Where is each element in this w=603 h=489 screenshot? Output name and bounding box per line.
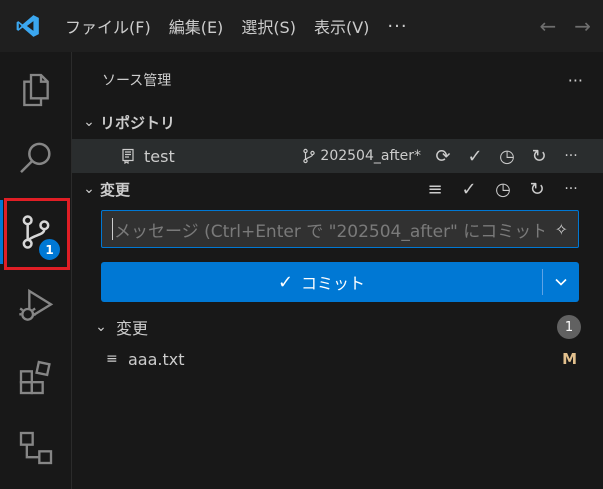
branch-icon bbox=[303, 148, 316, 164]
extensions-icon[interactable] bbox=[0, 346, 71, 410]
activity-bar: 1 bbox=[0, 52, 72, 489]
changes-title: 変更 bbox=[100, 180, 131, 199]
changes-count-badge: 1 bbox=[557, 315, 581, 339]
chevron-down-icon: ⌄ bbox=[83, 114, 95, 130]
changes-group-row[interactable]: ⌄ 変更 1 bbox=[72, 310, 603, 344]
nav-arrows: ← → bbox=[539, 0, 591, 52]
file-name: aaa.txt bbox=[128, 349, 185, 369]
history-icon[interactable]: ◷ bbox=[497, 146, 517, 167]
sync-icon[interactable]: ⟳ bbox=[433, 146, 453, 167]
more-actions-button[interactable]: ··· bbox=[568, 71, 583, 90]
modified-status: M bbox=[562, 350, 577, 368]
repo-more-icon[interactable]: ··· bbox=[561, 146, 581, 166]
repositories-title: リポジトリ bbox=[100, 113, 176, 132]
check-icon[interactable]: ✓ bbox=[465, 146, 485, 167]
commit-button[interactable]: ✓ コミット bbox=[101, 262, 579, 302]
commit-main-action[interactable]: ✓ コミット bbox=[101, 270, 542, 294]
changes-group-label: 変更 bbox=[116, 319, 149, 338]
commit-message-placeholder: メッセージ (Ctrl+Enter で "202504_after" にコミット… bbox=[114, 221, 544, 242]
repositories-section-header[interactable]: ⌄ リポジトリ bbox=[72, 105, 603, 139]
forward-arrow-icon[interactable]: → bbox=[574, 14, 591, 38]
view-as-tree-icon[interactable]: ≡ bbox=[425, 179, 445, 200]
more-menu-button[interactable]: ··· bbox=[378, 11, 416, 41]
explorer-icon[interactable] bbox=[0, 58, 71, 122]
refresh-icon[interactable]: ↻ bbox=[529, 146, 549, 167]
repo-name: test bbox=[144, 146, 175, 166]
check-icon: ✓ bbox=[277, 271, 294, 293]
changes-more-icon[interactable]: ··· bbox=[561, 179, 581, 199]
panel-title: ソース管理 bbox=[102, 73, 172, 89]
scm-count-badge: 1 bbox=[37, 237, 62, 262]
commit-check-icon[interactable]: ✓ bbox=[459, 179, 479, 200]
commit-label: コミット bbox=[301, 274, 366, 293]
menu-selection[interactable]: 選択(S) bbox=[232, 11, 305, 41]
file-lines-icon: ≡ bbox=[106, 351, 118, 367]
sparkle-icon[interactable]: ✧ bbox=[555, 220, 568, 239]
title-bar: ファイル(F) 編集(E) 選択(S) 表示(V) ··· ← → bbox=[0, 0, 603, 52]
commit-dropdown-button[interactable] bbox=[543, 277, 579, 287]
branch-indicator[interactable]: 202504_after* bbox=[302, 148, 421, 164]
chevron-down-icon: ⌄ bbox=[95, 319, 107, 335]
vscode-logo-icon bbox=[0, 0, 56, 52]
refresh-icon[interactable]: ↻ bbox=[527, 179, 547, 200]
menu-file[interactable]: ファイル(F) bbox=[56, 11, 160, 41]
text-caret bbox=[112, 218, 113, 240]
menu-edit[interactable]: 編集(E) bbox=[160, 11, 233, 41]
search-icon[interactable] bbox=[0, 126, 71, 190]
branch-name: 202504_after* bbox=[320, 148, 421, 164]
history-icon[interactable]: ◷ bbox=[493, 179, 513, 200]
source-control-icon[interactable]: 1 bbox=[0, 200, 71, 264]
changed-file-row[interactable]: ≡ aaa.txt M bbox=[72, 342, 603, 376]
repository-row[interactable]: test 202504_after* ⟳ ✓ ◷ ↻ ··· bbox=[72, 139, 603, 173]
chevron-down-icon: ⌄ bbox=[83, 181, 95, 197]
back-arrow-icon[interactable]: ← bbox=[539, 14, 556, 38]
repo-icon bbox=[118, 146, 138, 166]
chevron-down-icon bbox=[555, 278, 567, 286]
run-debug-icon[interactable] bbox=[0, 274, 71, 338]
panel-header: ソース管理 ··· bbox=[72, 52, 603, 108]
source-control-panel: ソース管理 ··· ⌄ リポジトリ test 202504_after* ⟳ ✓… bbox=[72, 52, 603, 489]
remote-explorer-icon[interactable] bbox=[0, 416, 71, 480]
changes-section-header[interactable]: ⌄ 変更 ≡ ✓ ◷ ↻ ··· bbox=[72, 172, 603, 206]
menu-view[interactable]: 表示(V) bbox=[305, 11, 378, 41]
commit-message-input[interactable]: メッセージ (Ctrl+Enter で "202504_after" にコミット… bbox=[101, 210, 579, 248]
